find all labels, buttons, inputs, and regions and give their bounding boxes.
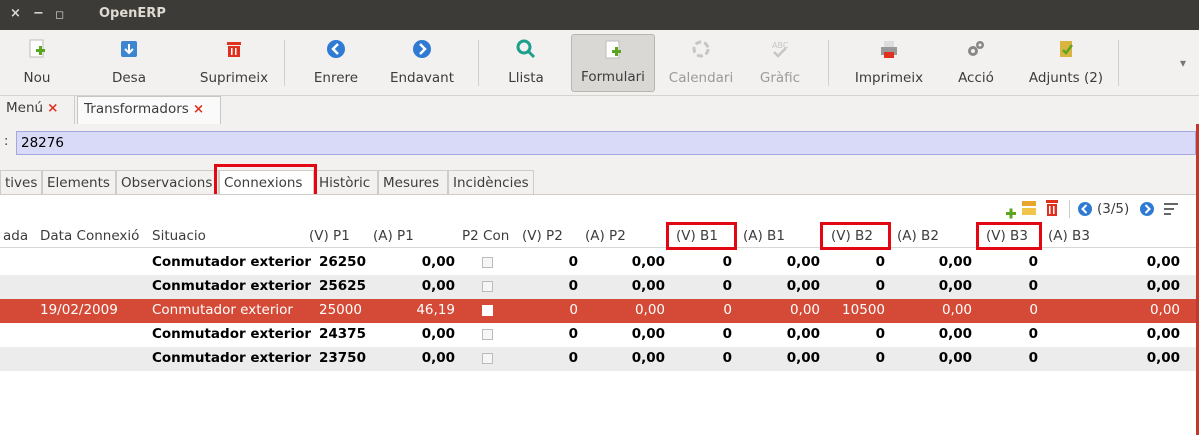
p2con-checkbox[interactable] <box>482 329 493 340</box>
window-titlebar: × − ◻ OpenERP <box>0 0 1199 30</box>
tools-separator <box>1069 200 1070 218</box>
tab-tives[interactable]: tives <box>0 170 42 195</box>
column-header[interactable]: Data Connexió <box>40 228 139 244</box>
column-header[interactable]: (A) P2 <box>585 228 626 244</box>
trash-icon[interactable] <box>1045 199 1059 217</box>
table-row[interactable]: Conmutador exterior 24375 0,00 0 0,00 0 … <box>0 323 1196 347</box>
save-icon <box>121 41 137 57</box>
gears-icon <box>968 41 984 56</box>
column-header[interactable]: (A) B1 <box>743 228 785 244</box>
main-toolbar: Nou Desa Suprimeix Enrere Endavant Llist… <box>0 30 1199 96</box>
search-icon <box>516 39 536 59</box>
delete-button[interactable]: Suprimeix <box>195 34 273 92</box>
trash-icon <box>227 42 241 57</box>
form-icon <box>605 40 621 59</box>
p2con-checkbox[interactable] <box>482 305 493 316</box>
tab-incidencies[interactable]: Incidències <box>448 170 534 195</box>
close-window-button[interactable]: × <box>10 6 21 21</box>
column-header[interactable]: Situacio <box>152 228 206 244</box>
field-label: : <box>4 134 9 149</box>
graph-view-button[interactable]: ABC Gràfic <box>752 34 808 92</box>
previous-record-icon[interactable] <box>1077 201 1093 217</box>
toolbar-overflow-icon[interactable]: ▾ <box>1180 56 1186 70</box>
column-header[interactable]: P2 Con <box>462 228 509 244</box>
new-document-icon <box>29 39 45 58</box>
arrow-right-icon <box>413 40 431 58</box>
forward-button[interactable]: Endavant <box>384 34 460 92</box>
highlight-vb2-column <box>820 222 891 250</box>
column-header[interactable]: (V) P2 <box>522 228 563 244</box>
tab-mesures[interactable]: Mesures <box>378 170 448 195</box>
p2con-checkbox[interactable] <box>482 353 493 364</box>
column-header[interactable]: (V) P1 <box>309 228 350 244</box>
list-view-button[interactable]: Llista <box>500 34 552 92</box>
column-header[interactable]: (A) B3 <box>1048 228 1090 244</box>
edit-icon[interactable] <box>1021 199 1037 217</box>
tab-elements[interactable]: Elements <box>42 170 116 195</box>
highlight-vb1-column <box>666 222 737 250</box>
close-tab-icon[interactable]: × <box>47 100 58 116</box>
calendar-icon <box>692 40 710 58</box>
toolbar-separator <box>1118 40 1119 86</box>
maximize-window-button[interactable]: ◻ <box>55 8 64 21</box>
back-button[interactable]: Enrere <box>306 34 366 92</box>
print-icon <box>881 41 897 58</box>
tab-observacions[interactable]: Observacions <box>116 170 219 195</box>
calendar-view-button[interactable]: Calendari <box>662 34 740 92</box>
document-tabs: Menú × Transformadors × <box>0 96 1199 124</box>
toolbar-separator <box>284 40 285 86</box>
window-title: OpenERP <box>99 6 166 21</box>
pager-text: (3/5) <box>1097 201 1130 217</box>
table-row-selected[interactable]: 19/02/2009 Conmutador exterior 25000 46,… <box>0 299 1196 323</box>
add-icon[interactable] <box>1005 203 1019 219</box>
toolbar-separator <box>828 40 829 86</box>
new-button[interactable]: Nou <box>14 34 60 92</box>
close-tab-icon[interactable]: × <box>193 101 204 117</box>
minimize-window-button[interactable]: − <box>33 6 44 21</box>
next-record-icon[interactable] <box>1139 201 1155 217</box>
action-button[interactable]: Acció <box>952 34 1000 92</box>
arrow-left-icon <box>327 40 345 58</box>
highlight-vb3-column <box>976 222 1042 250</box>
attachment-icon <box>1060 41 1073 57</box>
p2con-checkbox[interactable] <box>482 281 493 292</box>
form-view-button[interactable]: Formulari <box>571 34 655 92</box>
tab-historic[interactable]: Històric <box>314 170 378 195</box>
highlight-connexions-tab <box>214 164 317 197</box>
column-header[interactable]: ada <box>3 228 28 244</box>
columns-menu-icon[interactable] <box>1163 201 1179 217</box>
p2con-checkbox[interactable] <box>482 257 493 268</box>
tab-transformadors[interactable]: Transformadors × <box>77 96 221 124</box>
column-header[interactable]: (A) P1 <box>373 228 414 244</box>
table-row[interactable]: Conmutador exterior 26250 0,00 0 0,00 0 … <box>0 251 1196 275</box>
print-button[interactable]: Imprimeix <box>850 34 928 92</box>
table-row[interactable]: Conmutador exterior 25625 0,00 0 0,00 0 … <box>0 275 1196 299</box>
table-row[interactable]: Conmutador exterior 23750 0,00 0 0,00 0 … <box>0 347 1196 371</box>
graph-icon: ABC <box>772 41 789 58</box>
attachments-button[interactable]: Adjunts (2) <box>1024 34 1108 92</box>
save-button[interactable]: Desa <box>104 34 154 92</box>
record-id-field[interactable]: 28276 <box>16 131 1196 155</box>
column-header[interactable]: (A) B2 <box>897 228 939 244</box>
tab-menu[interactable]: Menú × <box>0 96 75 124</box>
toolbar-separator <box>478 40 479 86</box>
